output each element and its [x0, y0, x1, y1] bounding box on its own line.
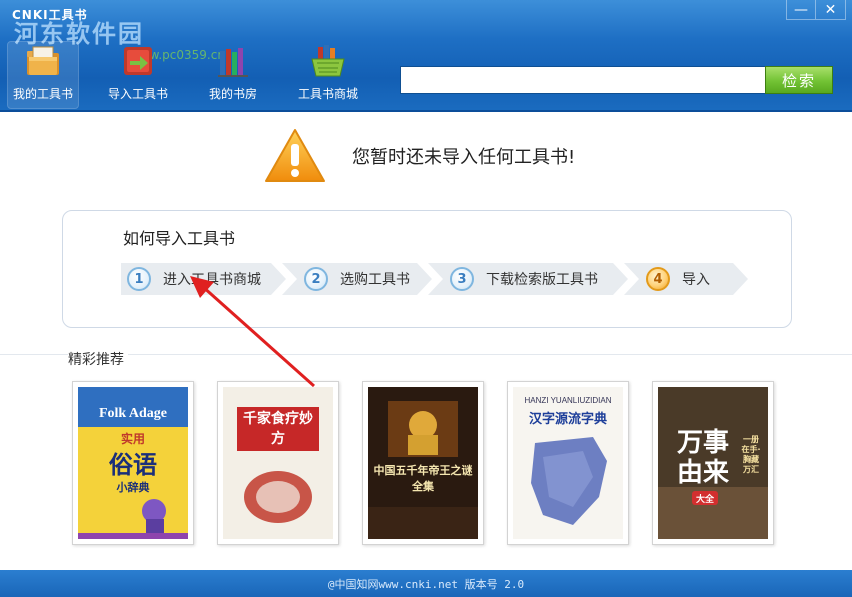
book-cover-5[interactable]: 万事由来 大全 一册在手·胸藏万汇	[652, 381, 774, 545]
book-title: 万事由来	[676, 428, 729, 488]
empty-notice: 您暂时还未导入任何工具书!	[264, 128, 575, 184]
howto-panel: 如何导入工具书 1 进入工具书商城 2 选购工具书 3 下载检索版工具书 4 导…	[62, 210, 792, 328]
book-sub-label: 小辞典	[116, 480, 150, 494]
recommend-title: 精彩推荐	[68, 349, 128, 369]
step-4[interactable]: 4 导入	[624, 263, 748, 295]
nav-label: 我的工具书	[12, 87, 73, 101]
minimize-button[interactable]: —	[786, 0, 816, 20]
step-number: 3	[450, 267, 474, 291]
main-nav: 我的工具书 导入工具书 我的书房 工具书商城	[7, 41, 388, 109]
shopping-basket-icon	[311, 45, 345, 77]
book-title: 汉字源流字典	[529, 411, 607, 427]
nav-label: 我的书房	[208, 87, 257, 101]
window-controls: — ✕	[786, 0, 846, 20]
footer-text: @中国知网www.cnki.net 版本号 2.0	[327, 577, 525, 591]
step-label: 下载检索版工具书	[486, 272, 598, 288]
book-cover-4[interactable]: HANZI YUANLIUZIDIAN 汉字源流字典	[507, 381, 629, 545]
book-title: 俗语	[109, 451, 157, 479]
import-books-icon	[124, 47, 152, 75]
book-side-text: 一册在手·胸藏万汇	[741, 435, 761, 474]
book-cover-2[interactable]: 千家食疗妙方	[217, 381, 339, 545]
search-input[interactable]	[400, 66, 766, 94]
nav-import-books[interactable]: 导入工具书	[103, 42, 173, 108]
book-folder-icon	[27, 46, 59, 75]
warning-icon	[265, 129, 325, 182]
step-label: 选购工具书	[340, 272, 410, 288]
status-footer: @中国知网www.cnki.net 版本号 2.0	[0, 570, 852, 597]
step-3[interactable]: 3 下载检索版工具书	[428, 263, 628, 295]
book-cover-art: 千家食疗妙方	[223, 387, 333, 539]
search-button[interactable]: 检索	[765, 66, 833, 94]
book-sub-label: 大全	[696, 493, 715, 505]
step-number: 4	[646, 267, 670, 291]
nav-label: 导入工具书	[107, 87, 168, 101]
minimize-icon: —	[794, 1, 808, 18]
book-cover-art: Folk Adage 实用 俗语 小辞典	[78, 387, 188, 539]
step-number: 1	[127, 267, 151, 291]
book-top-label: 实用	[121, 431, 145, 446]
book-title: 中国五千年帝王之谜全集	[373, 464, 473, 493]
book-cover-art: 万事由来 大全 一册在手·胸藏万汇	[658, 387, 768, 539]
book-en-title: Folk Adage	[99, 406, 167, 421]
close-icon: ✕	[824, 1, 837, 18]
nav-my-books[interactable]: 我的工具书	[7, 41, 79, 109]
book-cover-3[interactable]: 中国五千年帝王之谜全集	[362, 381, 484, 545]
step-label: 进入工具书商城	[163, 272, 261, 288]
book-cover-art: HANZI YUANLIUZIDIAN 汉字源流字典	[513, 387, 623, 539]
nav-label: 工具书商城	[297, 87, 358, 101]
book-en-title: HANZI YUANLIUZIDIAN	[525, 396, 612, 405]
close-button[interactable]: ✕	[816, 0, 846, 20]
book-title: 千家食疗妙方	[243, 411, 313, 447]
recommend-books: Folk Adage 实用 俗语 小辞典 千家食疗妙方 中国五千年帝王之谜全集 …	[72, 381, 797, 545]
app-header: CNKI工具书 河东软件园 www.pc0359.cn — ✕ 我的工具书 导入…	[0, 0, 852, 112]
book-cover-1[interactable]: Folk Adage 实用 俗语 小辞典	[72, 381, 194, 545]
notice-text: 您暂时还未导入任何工具书!	[352, 147, 576, 168]
steps-bar: 1 进入工具书商城 2 选购工具书 3 下载检索版工具书 4 导入	[121, 263, 748, 295]
step-label: 导入	[682, 272, 710, 288]
nav-book-mall[interactable]: 工具书商城	[293, 42, 363, 108]
step-1[interactable]: 1 进入工具书商城	[121, 263, 286, 295]
step-2[interactable]: 2 选购工具书	[282, 263, 432, 295]
step-number: 2	[304, 267, 328, 291]
book-cover-art: 中国五千年帝王之谜全集	[368, 387, 478, 539]
nav-my-study[interactable]: 我的书房	[198, 42, 268, 108]
howto-title: 如何导入工具书	[123, 229, 236, 248]
bookshelf-icon	[218, 48, 248, 77]
